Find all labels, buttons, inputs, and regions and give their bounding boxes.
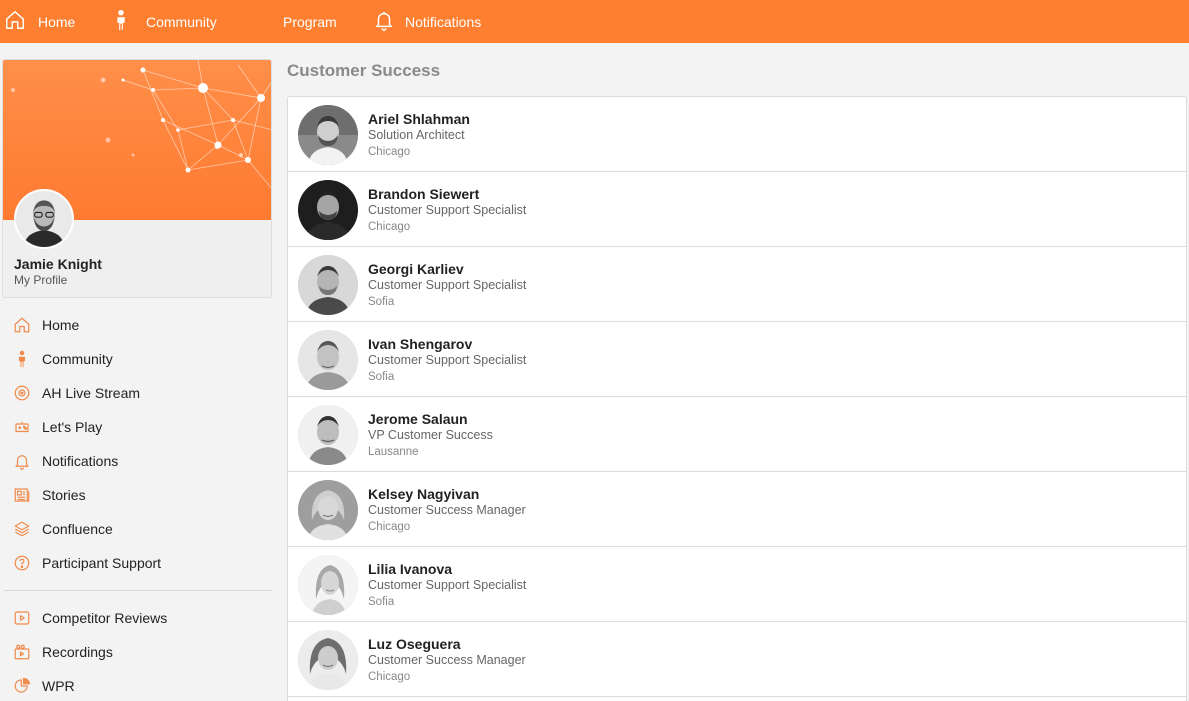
- sidebar-item-confluence[interactable]: Confluence: [12, 517, 267, 541]
- help-icon: [12, 553, 32, 573]
- top-navigation-bar: Home Community Program Notifications: [0, 0, 1189, 43]
- sidebar-item-ah-live-stream[interactable]: AH Live Stream: [12, 381, 267, 405]
- sidebar-item-label: Stories: [42, 487, 86, 503]
- sidebar-item-label: Community: [42, 351, 113, 367]
- person-location: Chicago: [368, 221, 411, 233]
- person-icon: [110, 9, 132, 34]
- avatar[interactable]: [298, 255, 358, 315]
- profile-name[interactable]: Jamie Knight: [14, 256, 102, 272]
- sidebar-item-stories[interactable]: Stories: [12, 483, 267, 507]
- play-icon: [12, 608, 32, 628]
- sidebar-item-label: WPR: [42, 678, 75, 694]
- person-icon: [12, 349, 32, 369]
- sidebar-item-label: Notifications: [42, 453, 119, 469]
- list-item[interactable]: Lilia Ivanova Customer Support Specialis…: [288, 547, 1186, 622]
- person-title: VP Customer Success: [368, 428, 493, 442]
- sidebar-item-home[interactable]: Home: [12, 313, 267, 337]
- list-item[interactable]: Brandon Siewert Customer Support Special…: [288, 172, 1186, 247]
- person-location: Chicago: [368, 671, 411, 683]
- home-icon: [12, 315, 32, 335]
- sidebar-item-community[interactable]: Community: [12, 347, 267, 371]
- profile-subtitle[interactable]: My Profile: [14, 273, 67, 287]
- list-item[interactable]: Kelsey Nagyivan Customer Success Manager…: [288, 472, 1186, 547]
- avatar[interactable]: [298, 180, 358, 240]
- person-name: Georgi Karliev: [368, 261, 464, 277]
- sidebar-item-label: Recordings: [42, 644, 113, 660]
- person-location: Lausanne: [368, 446, 419, 458]
- sidebar-item-label: Let's Play: [42, 419, 103, 435]
- nav-community-label: Community: [146, 13, 217, 30]
- sidebar-item-competitor-reviews[interactable]: Competitor Reviews: [12, 606, 267, 630]
- person-location: Chicago: [368, 146, 411, 158]
- home-icon: [4, 9, 26, 34]
- person-name: Lilia Ivanova: [368, 561, 453, 577]
- sidebar-item-participant-support[interactable]: Participant Support: [12, 551, 267, 575]
- sidebar-divider: [4, 590, 272, 591]
- person-location: Sofia: [368, 596, 395, 608]
- sidebar-item-label: Home: [42, 317, 80, 333]
- gamepad-icon: [12, 417, 32, 437]
- sidebar-item-label: AH Live Stream: [42, 385, 141, 401]
- nav-program[interactable]: Program: [283, 0, 337, 43]
- person-location: Chicago: [368, 521, 411, 533]
- person-name: Brandon Siewert: [368, 186, 480, 202]
- person-location: Sofia: [368, 371, 395, 383]
- avatar[interactable]: [298, 105, 358, 165]
- person-name: Kelsey Nagyivan: [368, 486, 480, 502]
- list-item[interactable]: Georgi Karliev Customer Support Speciali…: [288, 247, 1186, 322]
- avatar[interactable]: [298, 480, 358, 540]
- person-location: Sofia: [368, 296, 395, 308]
- nav-community[interactable]: Community: [110, 0, 217, 43]
- person-name: Jerome Salaun: [368, 411, 468, 427]
- newspaper-icon: [12, 485, 32, 505]
- person-title: Customer Success Manager: [368, 503, 526, 517]
- nav-program-label: Program: [283, 13, 337, 30]
- avatar[interactable]: [298, 555, 358, 615]
- list-item[interactable]: Ariel Shlahman Solution Architect Chicag…: [288, 97, 1186, 172]
- profile-avatar[interactable]: [14, 189, 74, 249]
- section-title: Customer Success: [287, 61, 441, 80]
- person-title: Customer Support Specialist: [368, 353, 527, 367]
- list-item[interactable]: Luz Oseguera Customer Success Manager Ch…: [288, 622, 1186, 697]
- avatar[interactable]: [298, 405, 358, 465]
- person-title: Customer Support Specialist: [368, 578, 527, 592]
- avatar[interactable]: [298, 330, 358, 390]
- layers-icon: [12, 519, 32, 539]
- nav-notifications[interactable]: Notifications: [373, 0, 481, 43]
- nav-home-label: Home: [38, 13, 76, 30]
- person-title: Customer Success Manager: [368, 653, 526, 667]
- person-name: Ariel Shlahman: [368, 111, 470, 127]
- video-icon: [12, 642, 32, 662]
- sidebar-item-label: Participant Support: [42, 555, 162, 571]
- person-name: Ivan Shengarov: [368, 336, 473, 352]
- person-title: Customer Support Specialist: [368, 278, 527, 292]
- person-title: Customer Support Specialist: [368, 203, 527, 217]
- person-name: Luz Oseguera: [368, 636, 461, 652]
- nav-notifications-label: Notifications: [405, 13, 482, 30]
- sidebar-item-recordings[interactable]: Recordings: [12, 640, 267, 664]
- person-title: Solution Architect: [368, 128, 465, 142]
- live-stream-icon: [12, 383, 32, 403]
- sidebar-item-notifications[interactable]: Notifications: [12, 449, 267, 473]
- sidebar-item-label: Competitor Reviews: [42, 610, 168, 626]
- list-item[interactable]: Ivan Shengarov Customer Support Speciali…: [288, 322, 1186, 397]
- nav-home[interactable]: Home: [4, 0, 75, 43]
- sidebar-item-wpr[interactable]: WPR: [12, 674, 267, 698]
- bell-icon: [373, 9, 395, 34]
- avatar: [16, 191, 72, 247]
- sidebar-item-label: Confluence: [42, 521, 113, 537]
- people-list: Ariel Shlahman Solution Architect Chicag…: [287, 96, 1187, 701]
- bell-icon: [12, 451, 32, 471]
- avatar[interactable]: [298, 630, 358, 690]
- pie-chart-icon: [12, 676, 32, 696]
- profile-card[interactable]: Jamie Knight My Profile: [2, 59, 272, 298]
- list-item[interactable]: Jerome Salaun VP Customer Success Lausan…: [288, 397, 1186, 472]
- sidebar-item-lets-play[interactable]: Let's Play: [12, 415, 267, 439]
